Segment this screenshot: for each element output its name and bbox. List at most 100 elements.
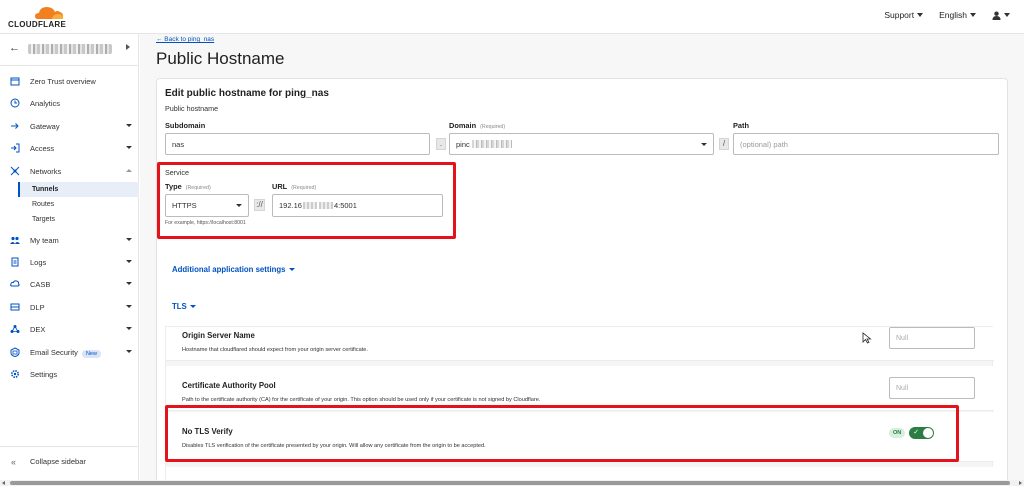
- sidebar-item-label: CASB: [30, 279, 51, 289]
- type-select[interactable]: HTTPS: [165, 194, 249, 217]
- chevron-up-icon: [126, 169, 132, 172]
- user-icon: [992, 11, 1001, 20]
- type-label-text: Type: [165, 182, 182, 191]
- domain-label: Domain (Required): [449, 121, 505, 130]
- sidebar-item-access[interactable]: Access: [0, 138, 139, 158]
- account-switcher[interactable]: ←: [0, 34, 139, 66]
- toggle-switch[interactable]: ✓: [909, 427, 935, 439]
- scroll-left-icon[interactable]: [2, 481, 5, 485]
- domain-select[interactable]: pinc: [449, 133, 714, 155]
- clock-icon: [10, 98, 20, 108]
- card-title: Edit public hostname for ping_nas: [165, 88, 329, 99]
- sidebar-subitem-label: Tunnels: [32, 186, 59, 193]
- horizontal-scrollbar[interactable]: [0, 480, 1024, 486]
- type-label: Type (Required): [165, 182, 211, 191]
- chevron-down-icon: [236, 204, 242, 207]
- tls-settings: Origin Server Name Hostname that cloudfl…: [165, 326, 994, 480]
- mouse-cursor-icon: [862, 332, 872, 344]
- sidebar-subitem-tunnels[interactable]: Tunnels: [18, 182, 139, 197]
- support-menu[interactable]: Support: [884, 10, 924, 20]
- sidebar-item-my-team[interactable]: My team: [0, 230, 139, 250]
- tls-row-title: Certificate Authority Pool: [182, 381, 276, 390]
- public-hostname-label: Public hostname: [165, 104, 219, 113]
- service-label: Service: [165, 168, 189, 177]
- brand-name: CLOUDFLARE: [8, 20, 67, 29]
- login-icon: [10, 143, 20, 153]
- dex-icon: [10, 324, 20, 334]
- origin-server-name-input[interactable]: Null: [889, 327, 975, 349]
- toggle-knob: [923, 428, 934, 438]
- subdomain-input[interactable]: nas: [165, 133, 430, 155]
- chevron-down-icon: [189, 305, 196, 308]
- new-badge: New: [81, 349, 101, 358]
- support-label: Support: [884, 10, 915, 20]
- chevron-down-icon: [701, 143, 707, 146]
- cloudflare-logo[interactable]: CLOUDFLARE: [8, 4, 70, 30]
- cloud-icon: [35, 7, 63, 19]
- collapse-sidebar-label: Collapse sidebar: [30, 457, 86, 466]
- sidebar-subitem-label: Targets: [32, 216, 55, 223]
- chevron-down-icon: [126, 146, 132, 149]
- gear-icon: [10, 369, 20, 379]
- domain-redacted: [471, 140, 512, 148]
- sidebar-item-networks[interactable]: Networks: [0, 161, 139, 181]
- scrollbar-thumb[interactable]: [10, 481, 1010, 485]
- sidebar-item-dex[interactable]: DEX: [0, 319, 139, 339]
- sidebar-item-casb[interactable]: CASB: [0, 274, 139, 294]
- url-label: URL (Required): [272, 182, 316, 191]
- sidebar-item-zero-trust-overview[interactable]: Zero Trust overview: [0, 71, 139, 91]
- tls-row-certificate-authority-pool: Certificate Authority Pool Path to the c…: [166, 366, 994, 411]
- sidebar-item-settings[interactable]: Settings: [0, 364, 139, 384]
- scroll-right-icon[interactable]: [1019, 481, 1022, 485]
- sidebar: ← Zero Trust overview Analytics Gateway …: [0, 34, 139, 480]
- sidebar-item-logs[interactable]: Logs: [0, 252, 139, 272]
- sidebar-item-label: Email Security New: [30, 347, 101, 358]
- sidebar-subitem-targets[interactable]: Targets: [18, 212, 139, 227]
- tls-row-description: Hostname that cloudflared should expect …: [182, 347, 368, 353]
- ca-pool-placeholder: Null: [896, 384, 909, 392]
- path-input[interactable]: (optional) path: [733, 133, 999, 155]
- sidebar-subitem-routes[interactable]: Routes: [18, 197, 139, 212]
- chevron-down-icon: [917, 13, 924, 17]
- domain-value: pinc: [456, 139, 470, 149]
- sidebar-item-dlp[interactable]: DLP: [0, 297, 139, 317]
- scheme-separator: ://: [254, 199, 265, 211]
- sidebar-item-label: Gateway: [30, 121, 60, 131]
- collapse-sidebar-button[interactable]: « Collapse sidebar: [0, 446, 139, 476]
- additional-settings-label: Additional application settings: [172, 265, 286, 274]
- calendar-icon: [10, 76, 20, 86]
- email-security-label: Email Security: [30, 347, 78, 357]
- path-placeholder: (optional) path: [740, 139, 788, 149]
- edit-hostname-card: Edit public hostname for ping_nas Public…: [156, 78, 1008, 480]
- tls-row-title: Origin Server Name: [182, 331, 255, 340]
- subdomain-value: nas: [172, 139, 185, 149]
- chevron-down-icon: [126, 327, 132, 330]
- user-menu[interactable]: [992, 11, 1010, 20]
- language-menu[interactable]: English: [939, 10, 976, 20]
- back-link[interactable]: ← Back to ping_nas: [156, 36, 214, 43]
- url-value-start: 192.16: [279, 201, 302, 210]
- sidebar-item-label: My team: [30, 235, 59, 245]
- service-hint: For example, https://localhost:8001: [165, 220, 246, 226]
- tls-toggle[interactable]: TLS: [172, 302, 196, 311]
- sidebar-item-label: Settings: [30, 369, 58, 379]
- url-input[interactable]: 192.16 4:5001: [272, 194, 443, 217]
- sidebar-item-label: Zero Trust overview: [30, 76, 96, 86]
- additional-settings-toggle[interactable]: Additional application settings: [172, 265, 295, 274]
- url-value-end: 4:5001: [333, 201, 357, 210]
- sidebar-item-email-security[interactable]: Email Security New: [0, 342, 139, 362]
- sidebar-item-gateway[interactable]: Gateway: [0, 116, 139, 136]
- chevron-down-icon: [1004, 13, 1010, 17]
- chevron-down-icon: [126, 260, 132, 263]
- ca-pool-input[interactable]: Null: [889, 377, 975, 399]
- no-tls-verify-toggle[interactable]: ON ✓: [889, 426, 935, 440]
- chevron-down-icon: [126, 350, 132, 353]
- back-arrow-icon[interactable]: ←: [9, 42, 20, 54]
- language-label: English: [939, 10, 967, 20]
- sidebar-item-analytics[interactable]: Analytics: [0, 93, 139, 113]
- chevron-down-icon: [126, 124, 132, 127]
- chevron-down-icon: [970, 13, 976, 17]
- path-label-text: Path: [733, 121, 750, 130]
- subdomain-label-text: Subdomain: [165, 121, 206, 130]
- network-icon: [10, 166, 20, 176]
